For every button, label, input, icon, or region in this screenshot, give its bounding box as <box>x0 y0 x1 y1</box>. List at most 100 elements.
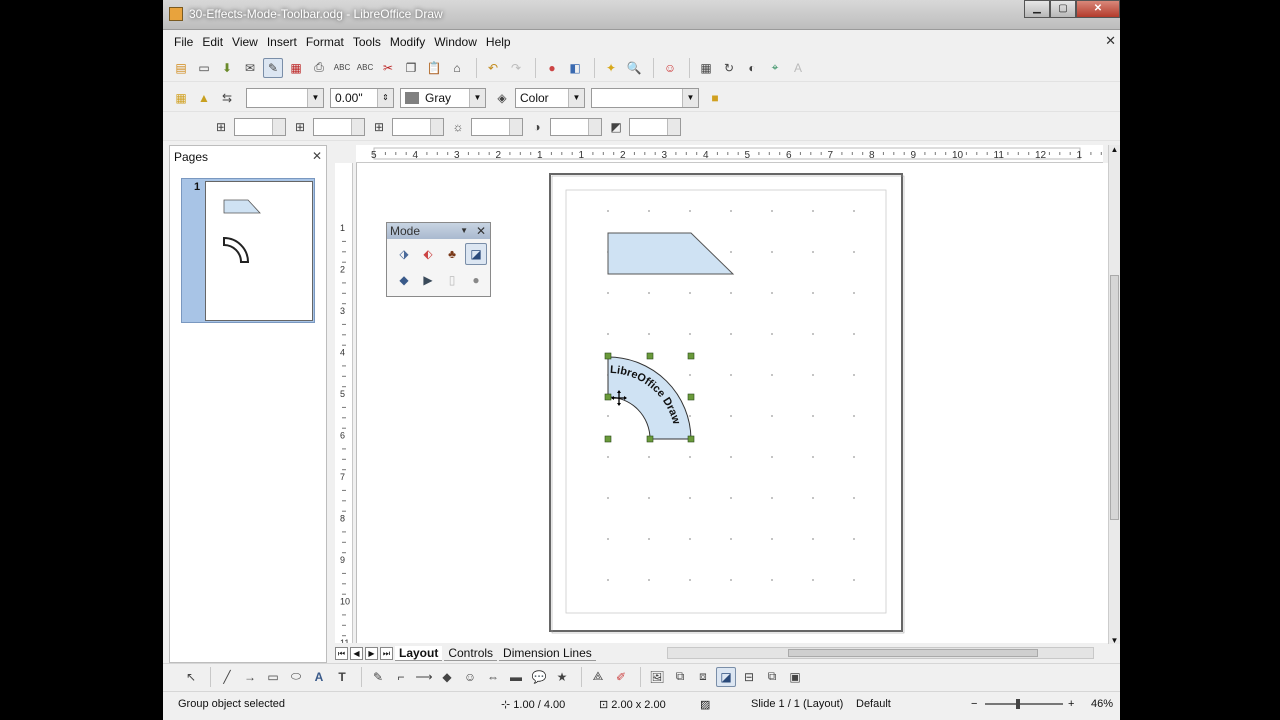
effects-icon[interactable]: ◪ <box>716 666 736 687</box>
ellipse-icon[interactable]: ⬭ <box>286 667 306 687</box>
lines-arrows-icon[interactable]: ⟶ <box>414 667 434 687</box>
vertical-ruler[interactable]: 1 2 3 4 5 6 7 8 9 10 11 <box>335 163 353 678</box>
rectangle-icon[interactable]: ▭ <box>263 667 283 687</box>
fontwork-icon[interactable]: A <box>788 58 808 78</box>
edit-points-icon[interactable]: ⟁ <box>588 667 608 687</box>
block-arrows-icon[interactable]: ⇔ <box>483 667 503 687</box>
gamma-icon[interactable]: ◩ <box>606 117 626 137</box>
select-icon[interactable]: ↖ <box>181 667 201 687</box>
rotate-mode-icon[interactable]: ⬗ <box>393 243 415 265</box>
gallery-icon[interactable]: ✦ <box>601 58 621 78</box>
brightness-icon[interactable]: ☼ <box>448 117 468 137</box>
menu-view[interactable]: View <box>232 35 258 49</box>
autospell-icon[interactable]: ABC <box>355 58 375 78</box>
chevron-down-icon[interactable]: ▼ <box>460 223 468 239</box>
width-icon[interactable]: ⊞ <box>369 117 389 137</box>
distort-icon[interactable]: ▶ <box>417 269 439 291</box>
shadow-icon[interactable]: ■ <box>705 88 725 108</box>
zoom-slider-knob[interactable] <box>1016 699 1020 709</box>
prev-tab-icon[interactable]: ◀ <box>350 646 363 660</box>
line-color-combo[interactable]: Gray ▼ <box>400 87 486 108</box>
navigator-icon[interactable]: ◧ <box>565 58 585 78</box>
menu-edit[interactable]: Edit <box>202 35 223 49</box>
flip-icon[interactable]: ⬖ <box>417 243 439 265</box>
width-field[interactable] <box>392 117 444 136</box>
last-tab-icon[interactable]: ⏭ <box>380 646 393 660</box>
styles-icon[interactable]: ▦ <box>171 88 191 108</box>
tab-dimension-lines[interactable]: Dimension Lines <box>499 646 596 661</box>
redo-icon[interactable]: ↷ <box>506 58 526 78</box>
set-in-circle-perspective-icon[interactable]: ◪ <box>465 243 487 265</box>
glue-icon[interactable]: ✐ <box>611 667 631 687</box>
close-icon[interactable]: ✕ <box>476 223 486 239</box>
vertical-scrollbar[interactable]: ▲ ▼ <box>1108 145 1120 645</box>
position-x-icon[interactable]: ⊞ <box>211 117 231 137</box>
shadow-toggle-icon[interactable]: ▣ <box>785 667 805 687</box>
menu-window[interactable]: Window <box>434 35 477 49</box>
line-icon[interactable]: ╱ <box>217 667 237 687</box>
zoom-out-icon[interactable]: − <box>971 698 977 710</box>
set-to-circle-slant-icon[interactable]: ◆ <box>393 269 415 291</box>
curve-icon[interactable]: ✎ <box>368 667 388 687</box>
maximize-button[interactable]: ▢ <box>1050 0 1076 18</box>
gamma-field[interactable] <box>629 117 681 136</box>
stars-icon[interactable]: ★ <box>552 667 572 687</box>
area-fill-combo[interactable]: ▼ <box>591 87 699 108</box>
mode-toolbar-titlebar[interactable]: Mode ▼ ✕ <box>387 223 490 239</box>
line-width-field[interactable]: 0.00" ⇕ <box>330 87 394 108</box>
minimize-button[interactable]: ▁ <box>1024 0 1050 18</box>
cut-icon[interactable]: ✂ <box>378 58 398 78</box>
points-icon[interactable]: ◐ <box>742 58 762 78</box>
export-pdf-icon[interactable]: ▦ <box>286 58 306 78</box>
help-icon[interactable]: ☺ <box>660 58 680 78</box>
menu-modify[interactable]: Modify <box>390 35 425 49</box>
vertical-scroll-thumb[interactable] <box>1110 275 1119 520</box>
menu-insert[interactable]: Insert <box>267 35 297 49</box>
tab-controls[interactable]: Controls <box>444 646 498 661</box>
mode-toolbar[interactable]: Mode ▼ ✕ ⬗ ⬖ ♣ ◪ ◆ ▶ ▯ ● <box>386 222 491 297</box>
tab-layout[interactable]: Layout <box>395 645 443 661</box>
gradient-icon[interactable]: ● <box>465 269 487 291</box>
close-document-icon[interactable]: ✕ <box>1105 33 1116 49</box>
transparency-icon[interactable]: ▯ <box>441 269 463 291</box>
snap-grid-icon[interactable]: ▦ <box>696 58 716 78</box>
symbol-shapes-icon[interactable]: ☺ <box>460 667 480 687</box>
insert-frame-icon[interactable]: ⧉ <box>670 667 690 687</box>
position-y-icon[interactable]: ⊞ <box>290 117 310 137</box>
menu-format[interactable]: Format <box>306 35 344 49</box>
basic-shapes-icon[interactable]: ◆ <box>437 667 457 687</box>
paste-icon[interactable]: 📋 <box>424 58 444 78</box>
edit-file-icon[interactable]: ✎ <box>263 57 283 78</box>
zoom-level[interactable]: 46% <box>1091 698 1113 710</box>
line-style-combo[interactable]: ▼ <box>246 87 324 108</box>
next-tab-icon[interactable]: ▶ <box>365 646 378 660</box>
position-y-field[interactable] <box>313 117 365 136</box>
text-icon[interactable]: T <box>332 667 352 687</box>
fontwork-gallery-icon[interactable]: A <box>309 667 329 687</box>
area-icon[interactable]: ◈ <box>492 88 512 108</box>
save-icon[interactable]: ⬇ <box>217 58 237 78</box>
zoom-in-icon[interactable]: + <box>1068 698 1074 710</box>
horizontal-scroll-thumb[interactable] <box>788 649 1038 657</box>
horizontal-ruler[interactable]: 5 4 3 2 1 1 2 3 4 5 6 7 8 9 10 11 12 1 <box>356 145 1113 163</box>
print-icon[interactable]: ⎙ <box>309 58 329 78</box>
close-panel-icon[interactable]: ✕ <box>312 149 322 163</box>
first-tab-icon[interactable]: ⏮ <box>335 646 348 660</box>
copy-icon[interactable]: ❐ <box>401 58 421 78</box>
rotate-icon[interactable]: ↻ <box>719 58 739 78</box>
clone-formatting-icon[interactable]: ⌂ <box>447 58 467 78</box>
align-icon[interactable]: ⊟ <box>739 667 759 687</box>
scroll-up-icon[interactable]: ▲ <box>1109 145 1120 154</box>
chart-icon[interactable]: ● <box>542 58 562 78</box>
menu-file[interactable]: File <box>174 35 193 49</box>
zoom-slider[interactable] <box>985 703 1063 705</box>
flowchart-icon[interactable]: ▬ <box>506 667 526 687</box>
arrange-icon[interactable]: ⧉ <box>762 667 782 687</box>
extrusion-icon[interactable]: ⧈ <box>693 667 713 687</box>
page-thumbnail[interactable] <box>205 181 313 321</box>
brightness-field[interactable] <box>471 117 523 136</box>
menu-help[interactable]: Help <box>486 35 511 49</box>
new-icon[interactable]: ▤ <box>171 58 191 78</box>
horizontal-scrollbar[interactable] <box>667 647 1094 659</box>
style-fill-icon[interactable]: ▲ <box>194 88 214 108</box>
